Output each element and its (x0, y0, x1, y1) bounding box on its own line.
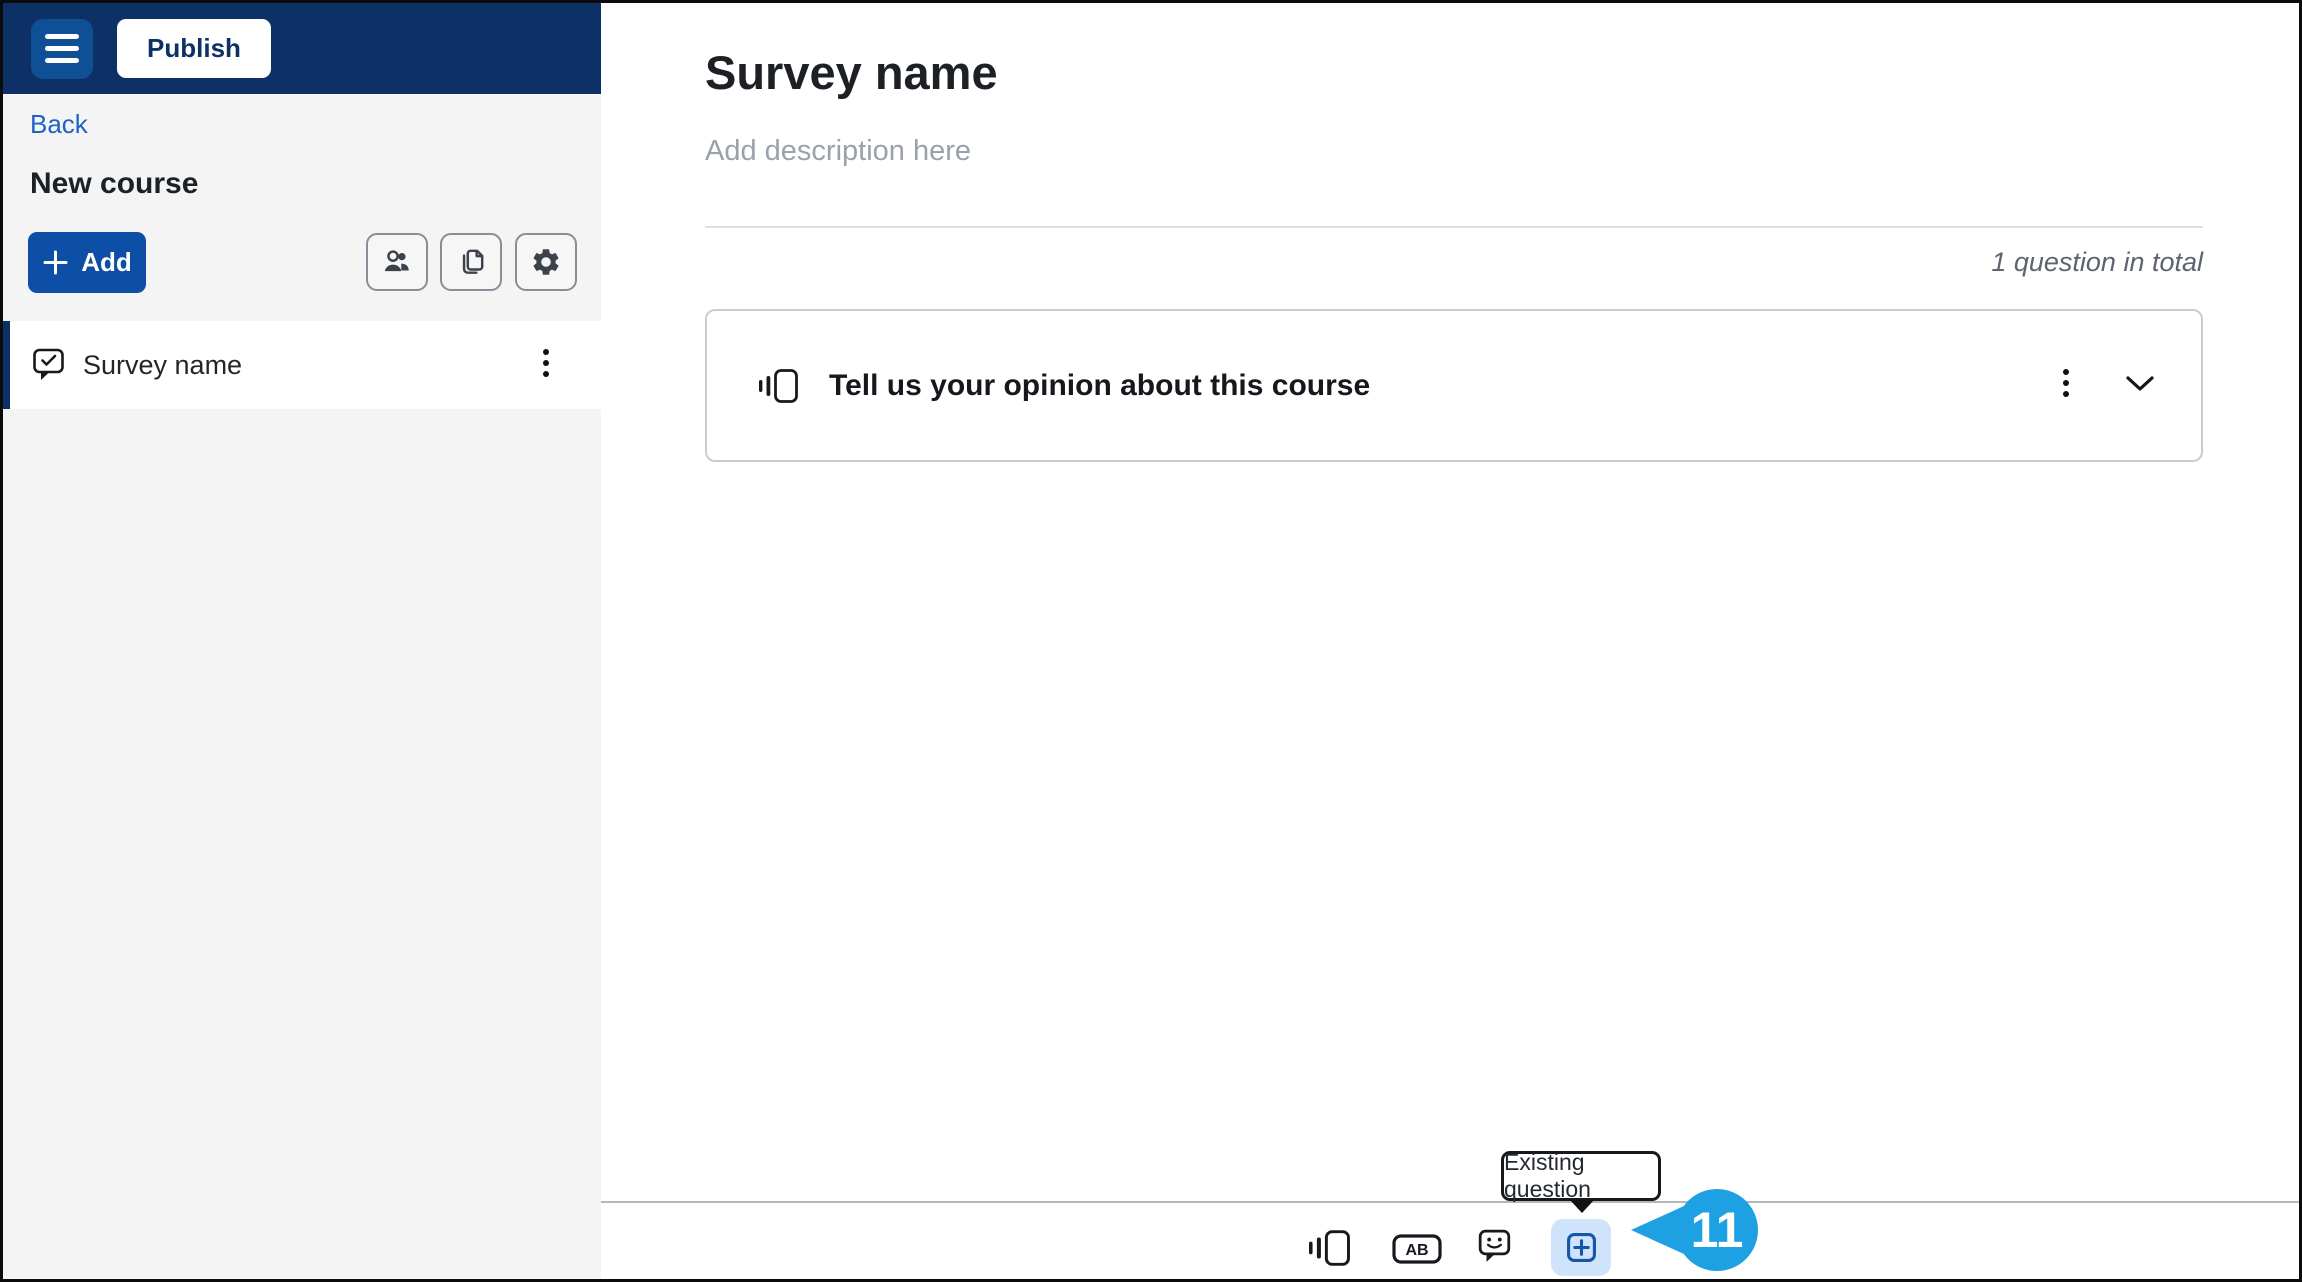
expand-question-button[interactable] (2119, 369, 2161, 402)
hamburger-menu-icon (45, 34, 79, 39)
step-number: 11 (1691, 1202, 1744, 1258)
sidebar-item-survey[interactable]: Survey name (3, 321, 601, 409)
sidebar: Publish Back New course Add Survey name (3, 3, 601, 1279)
settings-gear-icon (533, 249, 559, 275)
step-marker-annotation: 11 (1629, 1188, 1761, 1279)
divider (705, 226, 2203, 228)
course-title: New course (30, 167, 199, 200)
survey-editor-window: Publish Back New course Add Survey name … (0, 0, 2302, 1282)
sidebar-header: Publish (3, 3, 601, 94)
kebab-menu-icon (2063, 369, 2069, 397)
feedback-comment-icon (1478, 1229, 1511, 1262)
likert-scale-icon (759, 368, 798, 403)
add-button[interactable]: Add (28, 232, 146, 293)
add-button-label: Add (81, 247, 132, 277)
existing-question-add-icon (1566, 1233, 1596, 1262)
kebab-menu-icon (543, 348, 549, 377)
collaborators-button[interactable] (366, 233, 428, 291)
survey-description-field[interactable]: Add description here (705, 135, 971, 168)
duplicate-icon (462, 249, 484, 274)
back-link[interactable]: Back (30, 109, 88, 140)
bottom-divider (601, 1201, 2299, 1203)
duplicate-button[interactable] (440, 233, 502, 291)
chevron-down-icon (2126, 376, 2154, 391)
single-choice-ab-icon: AB (1392, 1234, 1442, 1264)
question-card[interactable]: Tell us your opinion about this course (705, 309, 2203, 462)
toolbar-existing-question-button[interactable] (1551, 1219, 1611, 1276)
sidebar-item-kebab-menu[interactable] (535, 341, 557, 390)
ab-glyph: AB (1405, 1242, 1428, 1259)
step-marker-pointer-icon: 11 (1631, 1189, 1758, 1271)
settings-button[interactable] (515, 233, 577, 291)
publish-button[interactable]: Publish (117, 19, 271, 78)
plus-icon (43, 250, 68, 275)
tooltip-arrow (1570, 1200, 1594, 1213)
toolbar-single-choice-button[interactable]: AB (1392, 1234, 1442, 1267)
collaborators-icon (384, 250, 409, 272)
hamburger-menu-button[interactable] (31, 18, 93, 79)
toolbar-feedback-button[interactable] (1478, 1229, 1512, 1268)
sidebar-item-label: Survey name (83, 349, 243, 380)
question-title: Tell us your opinion about this course (829, 368, 1371, 402)
question-count-label: 1 question in total (1991, 247, 2203, 277)
likert-scale-icon (1309, 1230, 1350, 1266)
question-kebab-menu[interactable] (2055, 361, 2077, 410)
toolbar-likert-question-button[interactable] (1306, 1228, 1352, 1271)
survey-bubble-check-icon (33, 348, 64, 380)
survey-title-field[interactable]: Survey name (705, 45, 998, 100)
